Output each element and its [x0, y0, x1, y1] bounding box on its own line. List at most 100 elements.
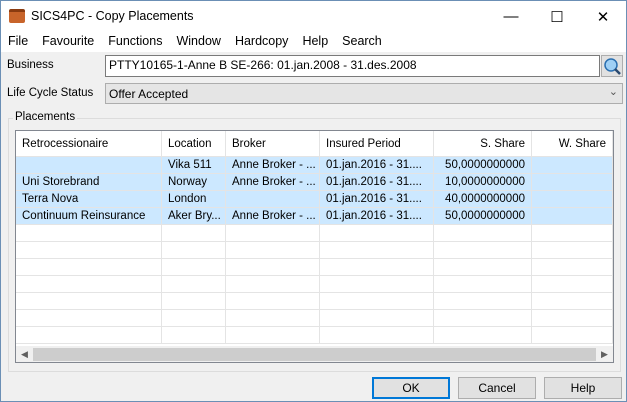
scroll-right-icon[interactable]: ▶	[596, 349, 613, 360]
ok-button[interactable]: OK	[372, 377, 450, 399]
table-cell: London	[162, 191, 226, 207]
table-cell: Anne Broker - ...	[226, 208, 320, 224]
menu-help[interactable]: Help	[295, 32, 335, 52]
table-cell	[532, 276, 613, 292]
table-cell	[532, 225, 613, 241]
table-cell: Norway	[162, 174, 226, 190]
table-cell	[320, 293, 434, 309]
chevron-down-icon: ⌄	[608, 86, 618, 98]
table-cell	[162, 242, 226, 258]
table-row[interactable]	[16, 276, 613, 293]
table-cell	[320, 242, 434, 258]
table-row[interactable]: Continuum Reinsurance Aker Bry... Anne Bro…	[16, 208, 613, 225]
column-header[interactable]: W. Share	[532, 131, 613, 156]
column-header[interactable]: Location	[162, 131, 226, 156]
table-cell	[434, 310, 532, 326]
table-cell	[434, 259, 532, 275]
table-cell	[532, 191, 613, 207]
table-cell: 01.jan.2016 - 31....	[320, 191, 434, 207]
window-title: SICS4PC - Copy Placements	[31, 9, 194, 23]
table-cell	[532, 259, 613, 275]
menu-search[interactable]: Search	[335, 32, 389, 52]
table-cell	[532, 242, 613, 258]
placements-label: Placements	[13, 111, 78, 123]
table-cell	[532, 293, 613, 309]
horizontal-scrollbar[interactable]: ◀ ▶	[16, 346, 613, 362]
table-cell	[162, 276, 226, 292]
table-row[interactable]	[16, 310, 613, 327]
table-row[interactable]: Uni Storebrand Norway Anne Broker - ... 01.…	[16, 174, 613, 191]
table-cell	[226, 276, 320, 292]
menu-favourite[interactable]: Favourite	[35, 32, 101, 52]
table-cell: 40,0000000000	[434, 191, 532, 207]
table-cell	[532, 310, 613, 326]
table-cell	[532, 174, 613, 190]
placements-grid[interactable]: Retrocessionaire Location Broker Insured…	[15, 130, 614, 363]
table-cell: Uni Storebrand	[16, 174, 162, 190]
table-row[interactable]	[16, 327, 613, 344]
table-cell	[162, 310, 226, 326]
table-cell: Terra Nova	[16, 191, 162, 207]
table-row[interactable]: Terra Nova London 01.jan.2016 - 31.... 40,0…	[16, 191, 613, 208]
table-cell	[226, 259, 320, 275]
table-cell	[226, 327, 320, 343]
table-row[interactable]	[16, 242, 613, 259]
table-cell: Aker Bry...	[162, 208, 226, 224]
column-header[interactable]: Broker	[226, 131, 320, 156]
table-cell	[16, 293, 162, 309]
column-header[interactable]: Insured Period	[320, 131, 434, 156]
table-cell	[16, 327, 162, 343]
table-cell: 01.jan.2016 - 31....	[320, 174, 434, 190]
column-header[interactable]: Retrocessionaire	[16, 131, 162, 156]
table-cell	[16, 276, 162, 292]
table-cell	[162, 293, 226, 309]
table-cell	[16, 310, 162, 326]
business-input[interactable]: PTTY10165-1-Anne B SE-266: 01.jan.2008 -…	[105, 55, 600, 77]
table-cell: Anne Broker - ...	[226, 157, 320, 173]
table-cell	[320, 327, 434, 343]
table-cell: 50,0000000000	[434, 157, 532, 173]
table-cell: 10,0000000000	[434, 174, 532, 190]
scroll-left-icon[interactable]: ◀	[16, 349, 33, 360]
table-cell: 01.jan.2016 - 31....	[320, 208, 434, 224]
table-cell: Continuum Reinsurance	[16, 208, 162, 224]
menu-window[interactable]: Window	[169, 32, 227, 52]
minimize-button[interactable]: —	[488, 1, 534, 32]
table-cell	[226, 242, 320, 258]
table-cell	[434, 242, 532, 258]
table-cell: 50,0000000000	[434, 208, 532, 224]
table-cell	[162, 327, 226, 343]
table-row[interactable]	[16, 225, 613, 242]
help-button[interactable]: Help	[544, 377, 622, 399]
table-row[interactable]: Vika 511 Anne Broker - ... 01.jan.2016 - 3…	[16, 157, 613, 174]
business-search-button[interactable]	[601, 55, 623, 77]
app-icon	[9, 9, 25, 23]
menu-functions[interactable]: Functions	[101, 32, 169, 52]
table-cell	[16, 225, 162, 241]
maximize-button[interactable]: ☐	[534, 1, 580, 32]
business-label: Business	[7, 59, 54, 71]
table-row[interactable]	[16, 293, 613, 310]
status-combo[interactable]: Offer Accepted ⌄	[105, 83, 623, 104]
status-value: Offer Accepted	[109, 87, 189, 101]
table-cell	[320, 276, 434, 292]
table-cell	[226, 225, 320, 241]
table-cell	[16, 157, 162, 173]
title-bar: SICS4PC - Copy Placements — ☐ ✕	[1, 1, 626, 32]
table-cell	[162, 225, 226, 241]
menu-file[interactable]: File	[1, 32, 35, 52]
table-cell	[320, 310, 434, 326]
table-cell	[434, 293, 532, 309]
table-cell	[162, 259, 226, 275]
menu-hardcopy[interactable]: Hardcopy	[228, 32, 296, 52]
table-cell	[434, 225, 532, 241]
close-button[interactable]: ✕	[580, 1, 626, 32]
table-row[interactable]	[16, 259, 613, 276]
column-header[interactable]: S. Share	[434, 131, 532, 156]
table-cell	[226, 191, 320, 207]
scroll-thumb[interactable]	[33, 348, 596, 361]
search-icon	[604, 58, 621, 75]
table-cell	[532, 157, 613, 173]
cancel-button[interactable]: Cancel	[458, 377, 536, 399]
table-cell: 01.jan.2016 - 31....	[320, 157, 434, 173]
